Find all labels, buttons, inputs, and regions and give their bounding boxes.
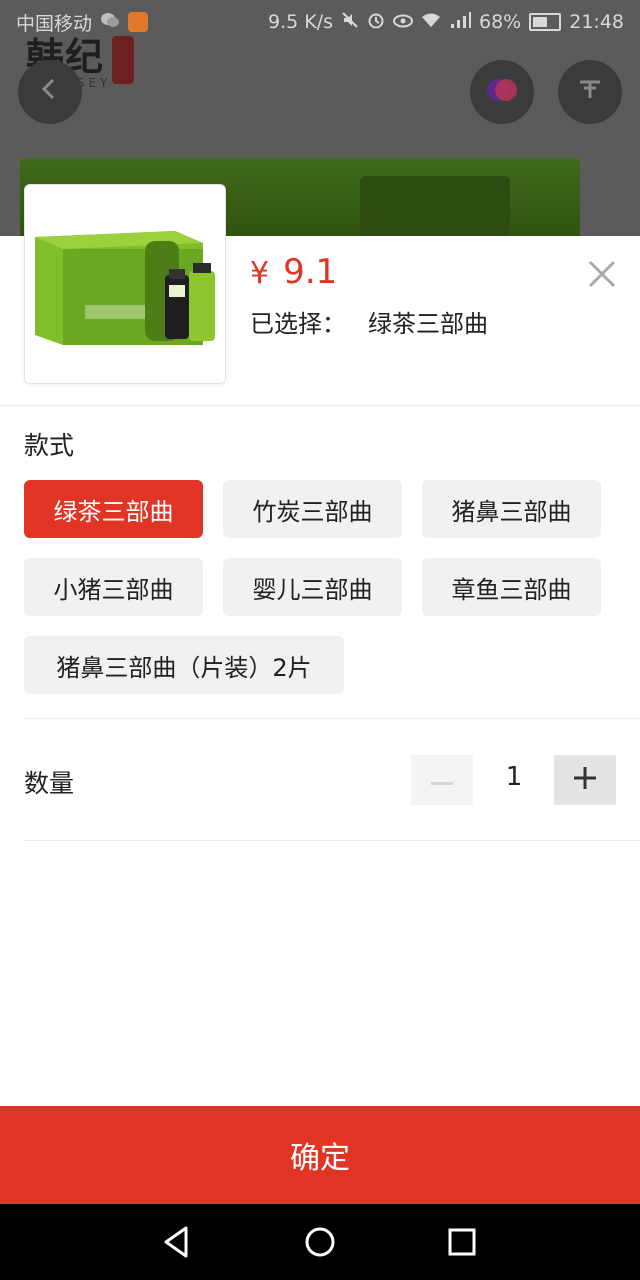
- nav-recents-button[interactable]: [442, 1222, 482, 1262]
- mute-icon: [341, 11, 359, 34]
- net-speed: 9.5 K/s: [267, 11, 333, 33]
- confirm-button[interactable]: 确定: [0, 1106, 640, 1204]
- alarm-icon: [367, 11, 385, 34]
- minus-icon: [431, 771, 453, 790]
- share-icon: [482, 70, 522, 114]
- video-app-icon: [128, 12, 149, 32]
- battery-percent: 68%: [479, 11, 522, 33]
- quantity-increase-button[interactable]: [554, 755, 616, 805]
- style-option-piglet[interactable]: 小猪三部曲: [24, 558, 203, 616]
- eye-icon: [393, 11, 413, 33]
- back-button[interactable]: [18, 60, 82, 124]
- system-nav-bar: [0, 1204, 640, 1280]
- recents-square-icon: [442, 1228, 482, 1266]
- style-option-bamboo-charcoal[interactable]: 竹炭三部曲: [223, 480, 402, 538]
- selected-label: 已选择：: [250, 310, 346, 338]
- style-option-green-tea[interactable]: 绿茶三部曲: [24, 480, 203, 538]
- close-button[interactable]: [584, 258, 620, 294]
- product-thumbnail: [24, 184, 226, 384]
- nav-back-button[interactable]: [158, 1222, 198, 1262]
- plus-icon: [574, 767, 596, 793]
- back-triangle-icon: [158, 1226, 198, 1266]
- carrier-label: 中国移动: [16, 12, 93, 35]
- home-circle-icon: [300, 1227, 340, 1266]
- divider: [24, 718, 640, 719]
- wifi-icon: [421, 11, 441, 33]
- style-option-octopus[interactable]: 章鱼三部曲: [422, 558, 601, 616]
- nav-home-button[interactable]: [300, 1222, 340, 1262]
- battery-icon: [529, 13, 562, 31]
- price-value: 9.1: [283, 252, 338, 292]
- selected-value: 绿茶三部曲: [368, 310, 488, 338]
- signal-icon: [449, 11, 471, 33]
- style-option-baby[interactable]: 婴儿三部曲: [223, 558, 402, 616]
- status-bar: 中国移动 9.5 K/s 68% 21:48: [0, 0, 640, 44]
- currency-symbol: ¥: [250, 256, 270, 291]
- wechat-icon: [100, 11, 120, 34]
- selected-summary: 已选择： 绿茶三部曲: [250, 304, 488, 339]
- divider: [0, 405, 640, 406]
- style-section-title: 款式: [24, 431, 75, 460]
- quantity-decrease-button[interactable]: [411, 755, 473, 805]
- share-button[interactable]: [470, 60, 534, 124]
- quantity-value: 1: [505, 762, 523, 792]
- style-option-pig-nose-sheet[interactable]: 猪鼻三部曲（片装）2片: [24, 636, 344, 694]
- cart-icon: [576, 76, 604, 108]
- clock: 21:48: [569, 11, 624, 33]
- price-row: ¥ 9.1: [250, 252, 337, 292]
- quantity-title: 数量: [24, 769, 75, 798]
- close-icon: [587, 259, 617, 293]
- divider: [24, 840, 640, 841]
- back-icon: [37, 76, 63, 109]
- cart-button[interactable]: [558, 60, 622, 124]
- style-option-pig-nose[interactable]: 猪鼻三部曲: [422, 480, 601, 538]
